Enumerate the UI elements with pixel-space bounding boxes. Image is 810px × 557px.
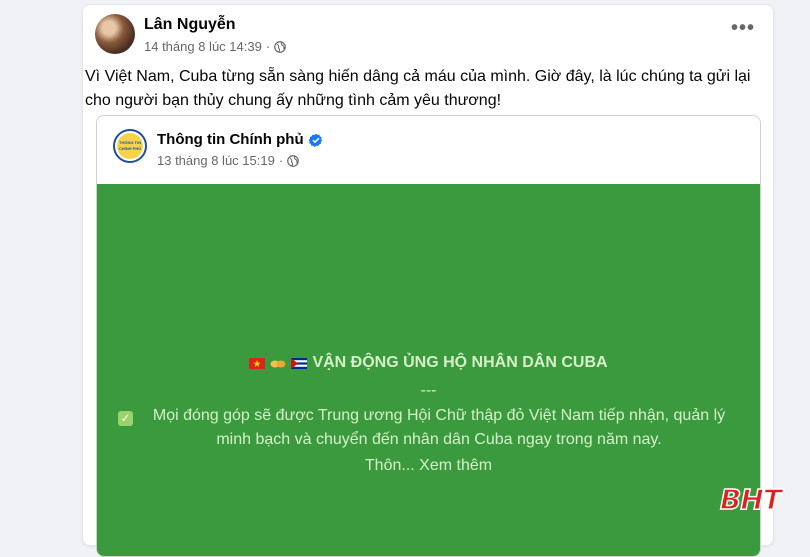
page-logo-text: THÔNG TIN CHÍNH PHỦ <box>117 133 143 159</box>
campaign-title: VẬN ĐỘNG ỦNG HỘ NHÂN DÂN CUBA <box>97 354 760 372</box>
see-more-link[interactable]: Xem thêm <box>419 457 492 474</box>
check-mark-icon: ✓ <box>118 411 133 426</box>
page-name-row: Thông tin Chính phủ <box>157 131 323 148</box>
post-card: Lân Nguyễn 14 tháng 8 lúc 14:39 · ••• Vì… <box>82 4 774 557</box>
post-text: Vì Việt Nam, Cuba từng sẵn sàng hiến dân… <box>85 65 755 113</box>
globe-icon <box>274 40 287 53</box>
post-meta: 14 tháng 8 lúc 14:39 · <box>144 39 287 54</box>
dot-separator: · <box>265 39 271 54</box>
cuba-flag-icon <box>291 357 308 369</box>
watermark-logo: BHT <box>719 482 782 517</box>
campaign-body-text: Mọi đóng góp sẽ được Trung ương Hội Chữ … <box>152 407 726 448</box>
post-timestamp[interactable]: 14 tháng 8 lúc 14:39 <box>144 39 262 54</box>
page-name[interactable]: Thông tin Chính phủ <box>157 131 304 148</box>
shared-post[interactable]: THÔNG TIN CHÍNH PHỦ Thông tin Chính phủ … <box>96 115 761 557</box>
truncated-text: Thôn... <box>364 457 415 474</box>
shared-post-timestamp[interactable]: 13 tháng 8 lúc 15:19 <box>157 153 275 168</box>
avatar[interactable] <box>95 14 135 54</box>
more-options-button[interactable]: ••• <box>731 18 755 38</box>
shared-post-meta: 13 tháng 8 lúc 15:19 · <box>157 153 300 168</box>
campaign-title-text: VẬN ĐỘNG ỦNG HỘ NHÂN DÂN CUBA <box>312 354 608 371</box>
campaign-body: ✓ Mọi đóng góp sẽ được Trung ương Hội Chữ… <box>97 404 760 452</box>
author-name[interactable]: Lân Nguyễn <box>144 16 236 34</box>
vietnam-flag-icon <box>249 357 266 369</box>
handshake-icon <box>270 360 286 367</box>
dot-separator: · <box>278 153 284 168</box>
post-body: Vì Việt Nam, Cuba từng sẵn sàng hiến dân… <box>85 68 751 109</box>
verified-badge-icon <box>308 133 322 147</box>
divider-text: --- <box>420 382 437 399</box>
globe-icon <box>287 154 300 167</box>
text-background-post[interactable]: VẬN ĐỘNG ỦNG HỘ NHÂN DÂN CUBA --- ✓ Mọi đ… <box>97 184 760 556</box>
truncated-line: Thôn... Xem thêm <box>97 457 760 475</box>
page-logo[interactable]: THÔNG TIN CHÍNH PHỦ <box>113 129 147 163</box>
